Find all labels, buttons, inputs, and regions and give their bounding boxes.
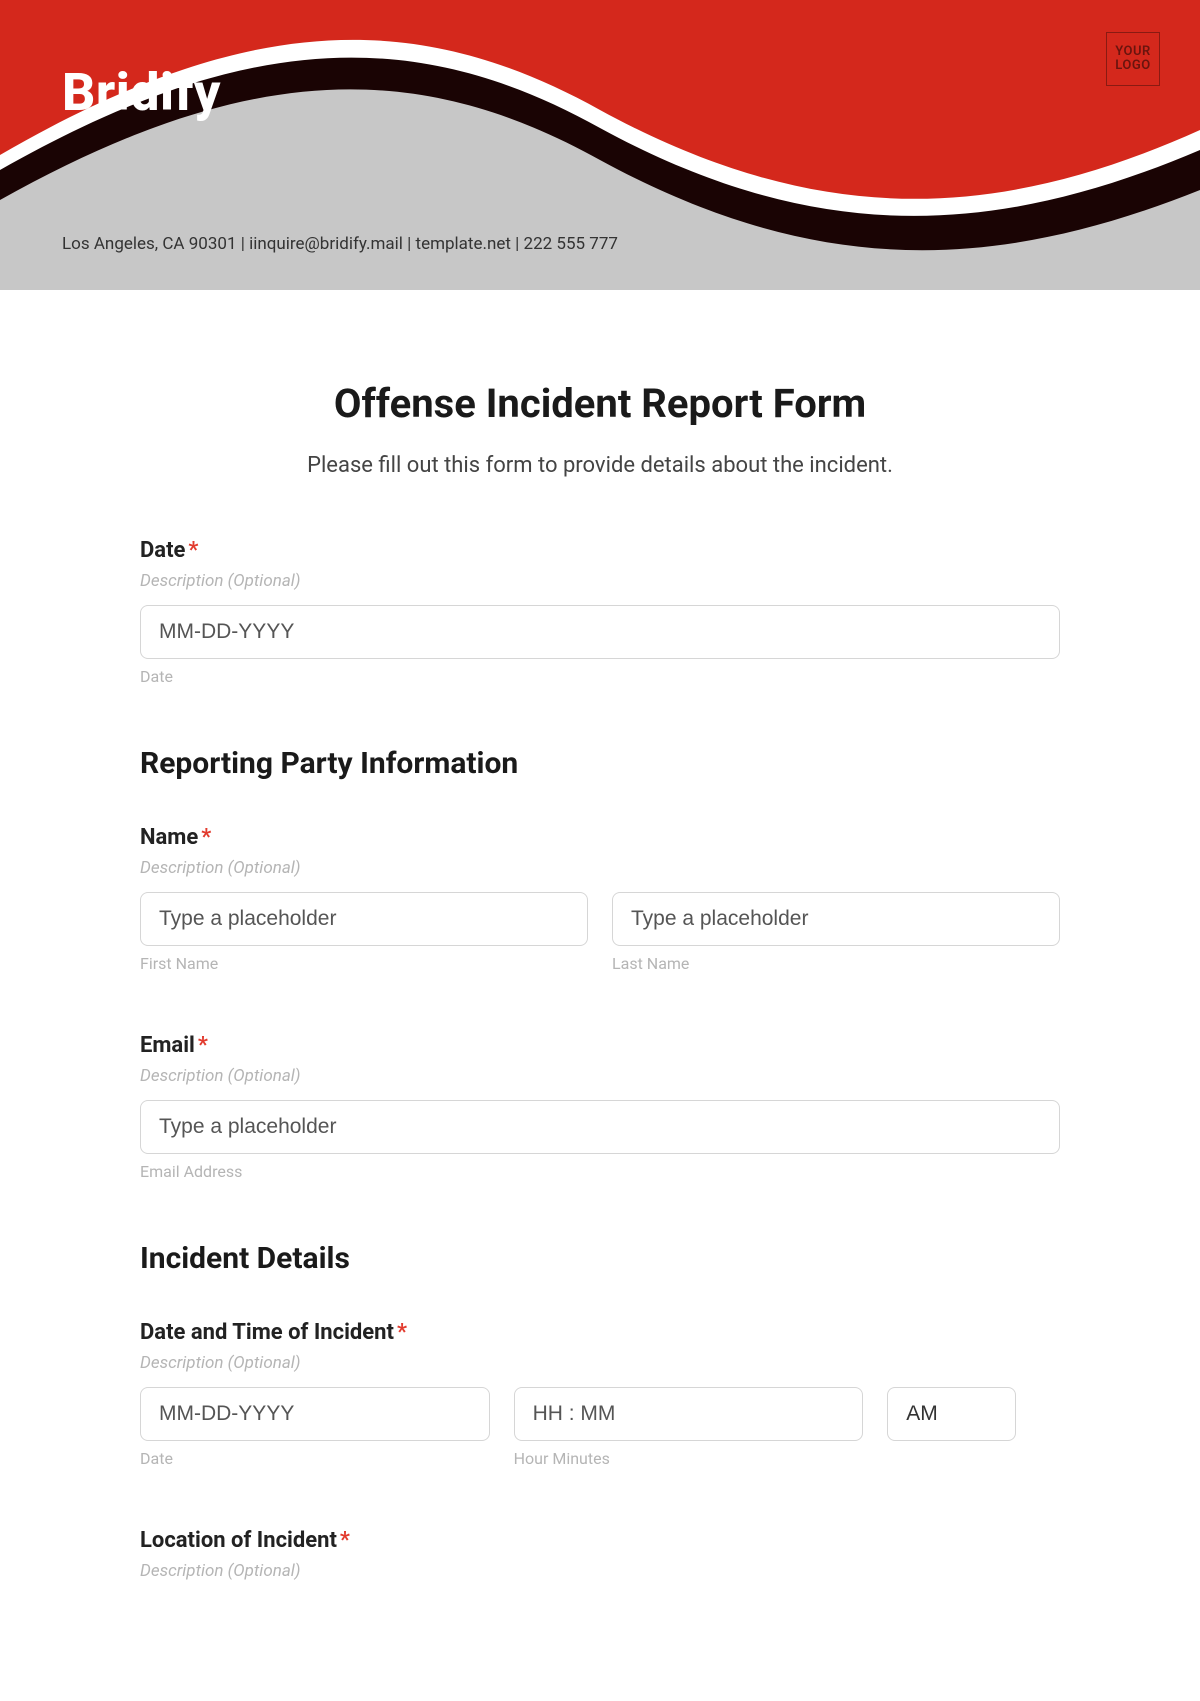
datetime-desc: Description (Optional) xyxy=(140,1353,1060,1373)
incident-time-sublabel: Hour Minutes xyxy=(514,1449,864,1468)
form-body: Offense Incident Report Form Please fill… xyxy=(140,290,1060,1635)
name-label: Name* xyxy=(140,825,1060,850)
date-label: Date* xyxy=(140,538,1060,563)
incident-date-input[interactable] xyxy=(140,1387,490,1441)
first-name-sublabel: First Name xyxy=(140,954,588,973)
datetime-label: Date and Time of Incident* xyxy=(140,1320,1060,1345)
email-input[interactable] xyxy=(140,1100,1060,1154)
email-label: Email* xyxy=(140,1033,1060,1058)
field-name: Name* Description (Optional) First Name … xyxy=(140,825,1060,973)
contact-line: Los Angeles, CA 90301 | iinquire@bridify… xyxy=(62,234,618,254)
date-label-text: Date xyxy=(140,538,185,563)
incident-date-sublabel: Date xyxy=(140,1449,490,1468)
ampm-select[interactable] xyxy=(887,1387,1016,1441)
form-subtitle: Please fill out this form to provide det… xyxy=(140,453,1060,478)
first-name-input[interactable] xyxy=(140,892,588,946)
last-name-input[interactable] xyxy=(612,892,1060,946)
required-mark: * xyxy=(201,825,211,850)
brand-name: Bridify xyxy=(62,62,221,123)
field-datetime: Date and Time of Incident* Description (… xyxy=(140,1320,1060,1468)
incident-time-input[interactable] xyxy=(514,1387,864,1441)
required-mark: * xyxy=(198,1033,208,1058)
last-name-sublabel: Last Name xyxy=(612,954,1060,973)
section-incident-details: Incident Details xyxy=(140,1241,1060,1276)
email-desc: Description (Optional) xyxy=(140,1066,1060,1086)
required-mark: * xyxy=(340,1528,350,1553)
email-sublabel: Email Address xyxy=(140,1162,1060,1181)
name-desc: Description (Optional) xyxy=(140,858,1060,878)
location-label-text: Location of Incident xyxy=(140,1528,337,1553)
date-sublabel: Date xyxy=(140,667,1060,686)
field-email: Email* Description (Optional) Email Addr… xyxy=(140,1033,1060,1181)
form-title: Offense Incident Report Form xyxy=(140,380,1060,427)
date-desc: Description (Optional) xyxy=(140,571,1060,591)
datetime-label-text: Date and Time of Incident xyxy=(140,1320,394,1345)
header-banner: Bridify YOUR LOGO Los Angeles, CA 90301 … xyxy=(0,0,1200,290)
location-label: Location of Incident* xyxy=(140,1528,1060,1553)
required-mark: * xyxy=(397,1320,407,1345)
required-mark: * xyxy=(188,538,198,563)
email-label-text: Email xyxy=(140,1033,195,1058)
name-label-text: Name xyxy=(140,825,198,850)
location-desc: Description (Optional) xyxy=(140,1561,1060,1581)
field-date: Date* Description (Optional) Date xyxy=(140,538,1060,686)
section-reporting-party: Reporting Party Information xyxy=(140,746,1060,781)
date-input[interactable] xyxy=(140,605,1060,659)
logo-placeholder: YOUR LOGO xyxy=(1106,32,1160,86)
field-location: Location of Incident* Description (Optio… xyxy=(140,1528,1060,1581)
